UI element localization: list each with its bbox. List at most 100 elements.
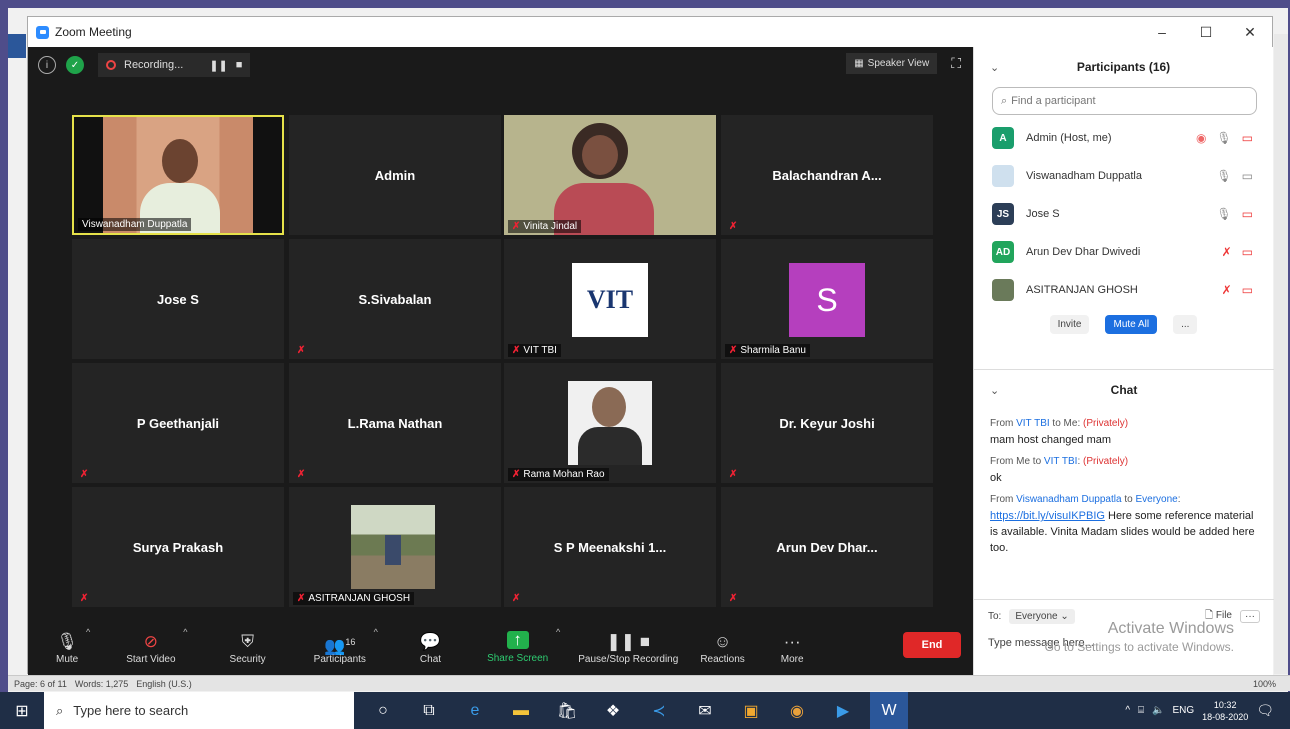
- mic-muted-icon: ✗: [1221, 283, 1232, 297]
- network-icon[interactable]: ⌸: [1138, 705, 1144, 716]
- stop-recording-icon[interactable]: ■: [236, 59, 243, 71]
- msg-sender[interactable]: VIT TBI: [1016, 418, 1050, 429]
- participants-label: Participants: [313, 653, 366, 665]
- store-icon[interactable]: 🛍: [548, 692, 586, 729]
- mic-off-icon: ✗: [297, 593, 306, 604]
- reactions-button[interactable]: ☺ Reactions: [700, 619, 744, 675]
- clock-time: 10:32: [1213, 699, 1237, 710]
- notifications-icon[interactable]: 🗨: [1256, 702, 1274, 719]
- chat-section: ⌄ Chat From VIT TBI to Me: (Privately) m…: [974, 369, 1274, 556]
- minimize-button[interactable]: –: [1140, 24, 1184, 41]
- video-tile[interactable]: S.Sivabalan ✗: [289, 239, 501, 359]
- vscode-icon[interactable]: ≺: [640, 692, 678, 729]
- video-tile[interactable]: S ✗ Sharmila Banu: [721, 239, 933, 359]
- more-options-button[interactable]: ...: [1173, 315, 1198, 334]
- video-tile[interactable]: Arun Dev Dhar... ✗: [721, 487, 933, 607]
- page-count: Page: 6 of 11: [14, 678, 67, 689]
- chat-message: From Me to VIT TBI: (Privately) ok: [974, 454, 1274, 486]
- msg-sender[interactable]: Viswanadham Duppatla: [1016, 494, 1121, 505]
- participant-name: Surya Prakash: [132, 539, 224, 555]
- share-screen-button[interactable]: ↑ Share Screen ^: [487, 619, 560, 675]
- chat-input-area: To: Everyone ⌄ 🗋 File ··· Type message h…: [974, 599, 1274, 675]
- video-tile[interactable]: S P Meenakshi 1... ✗: [504, 487, 716, 607]
- windows-start-icon[interactable]: ⊞: [0, 701, 44, 721]
- tile-label: ✗: [293, 344, 309, 357]
- cortana-icon[interactable]: ○: [364, 692, 402, 729]
- participant-row[interactable]: Viswanadham Duppatla 🎙 ▭: [974, 157, 1273, 195]
- chat-link[interactable]: https://bit.ly/visuIKPBIG: [990, 510, 1105, 522]
- word-count: Words: 1,275: [74, 678, 129, 689]
- more-button[interactable]: ··· More: [781, 619, 804, 675]
- more-label: More: [780, 653, 804, 665]
- participant-search-input[interactable]: ⌕ Find a participant: [992, 87, 1257, 115]
- dropbox-icon[interactable]: ❖: [594, 692, 632, 729]
- participant-row[interactable]: A Admin (Host, me) ◉ 🎙 ▭: [974, 119, 1273, 157]
- zoom-level[interactable]: 100%: [1253, 679, 1276, 689]
- invite-button[interactable]: Invite: [1049, 315, 1090, 334]
- mute-button[interactable]: 🎙 Mute ^: [56, 619, 90, 675]
- avatar-initial: S: [789, 263, 865, 337]
- participant-status: 🎙 ▭: [1216, 207, 1253, 221]
- avatar: A: [992, 127, 1014, 149]
- video-tile[interactable]: L.Rama Nathan ✗: [289, 363, 501, 483]
- msg-recipient[interactable]: VIT TBI: [1044, 456, 1078, 467]
- security-button[interactable]: ⛨ Security: [230, 619, 266, 675]
- word-taskbar-icon[interactable]: W: [870, 692, 908, 729]
- info-icon[interactable]: i: [38, 56, 56, 74]
- start-video-button[interactable]: ⊘ Start Video ^: [126, 619, 187, 675]
- maximize-button[interactable]: ☐: [1184, 24, 1228, 41]
- volume-icon[interactable]: 🔈: [1152, 705, 1164, 716]
- mute-label: Mute: [56, 653, 79, 665]
- record-dot-icon: [106, 60, 116, 70]
- video-tile[interactable]: Dr. Keyur Joshi ✗: [721, 363, 933, 483]
- fullscreen-icon[interactable]: ⛶: [951, 55, 961, 72]
- participant-row[interactable]: JS Jose S 🎙 ▭: [974, 195, 1273, 233]
- recipient-select[interactable]: Everyone ⌄: [1009, 609, 1075, 624]
- speaker-view-button[interactable]: ▦ Speaker View: [846, 53, 938, 74]
- participant-row[interactable]: ASITRANJAN GHOSH ✗ ▭: [974, 271, 1273, 309]
- taskbar-search-input[interactable]: ⌕ Type here to search: [44, 692, 354, 729]
- activate-windows-subtext: Go to Settings to activate Windows.: [1044, 640, 1234, 654]
- video-tile[interactable]: VIT ✗ VIT TBI: [504, 239, 716, 359]
- shield-icon[interactable]: ✓: [66, 56, 84, 74]
- word-scrollbar[interactable]: [1274, 34, 1288, 674]
- video-icon: ▭: [1241, 169, 1253, 183]
- file-explorer-icon[interactable]: ▬: [502, 692, 540, 729]
- clock[interactable]: 10:32 18-08-2020: [1202, 699, 1248, 723]
- share-arrow-icon: ↑: [506, 630, 529, 649]
- video-tile[interactable]: ✗ Vinita Jindal: [504, 115, 716, 235]
- tray-chevron-icon[interactable]: ^: [1125, 705, 1130, 716]
- video-tile[interactable]: Jose S: [72, 239, 284, 359]
- participants-button[interactable]: 👥16 Participants ^: [313, 619, 378, 675]
- collapse-chevron-icon[interactable]: ⌄: [990, 61, 999, 74]
- tile-label: ✗: [76, 592, 92, 605]
- pause-stop-recording-button[interactable]: ❚❚ ■ Pause/Stop Recording: [578, 619, 678, 675]
- edge-icon[interactable]: e: [456, 692, 494, 729]
- video-tile[interactable]: Admin: [289, 115, 501, 235]
- video-tile[interactable]: ✗ Rama Mohan Rao: [504, 363, 716, 483]
- mail-icon[interactable]: ✉: [686, 692, 724, 729]
- participant-row[interactable]: AD Arun Dev Dhar Dwivedi ✗ ▭: [974, 233, 1273, 271]
- chat-more-icon[interactable]: ···: [1240, 610, 1260, 623]
- chat-button[interactable]: 💬 Chat: [420, 619, 441, 675]
- participant-name: Dr. Keyur Joshi: [779, 415, 875, 431]
- end-meeting-button[interactable]: End: [903, 632, 961, 658]
- pause-recording-icon[interactable]: ❚❚: [209, 59, 227, 72]
- language-indicator[interactable]: ENG: [1173, 705, 1195, 716]
- participant-name: Jose S: [157, 291, 199, 307]
- mic-off-icon: ✗: [512, 469, 521, 480]
- video-tile[interactable]: Balachandran A... ✗: [721, 115, 933, 235]
- mute-all-button[interactable]: Mute All: [1105, 315, 1158, 334]
- chat-collapse-icon[interactable]: ⌄: [990, 384, 999, 397]
- chrome-icon[interactable]: ◉: [778, 692, 816, 729]
- video-tile[interactable]: ✗ ASITRANJAN GHOSH: [289, 487, 501, 607]
- avatar: AD: [992, 241, 1014, 263]
- close-button[interactable]: ✕: [1228, 24, 1272, 41]
- video-tile[interactable]: P Geethanjali ✗: [72, 363, 284, 483]
- video-tile[interactable]: Viswanadham Duppatla: [72, 115, 284, 235]
- zoom-taskbar-icon[interactable]: ▶: [824, 692, 862, 729]
- share-screen-label: Share Screen: [487, 652, 549, 664]
- video-tile[interactable]: Surya Prakash ✗: [72, 487, 284, 607]
- task-view-icon[interactable]: ⧉: [410, 692, 448, 729]
- photos-icon[interactable]: ▣: [732, 692, 770, 729]
